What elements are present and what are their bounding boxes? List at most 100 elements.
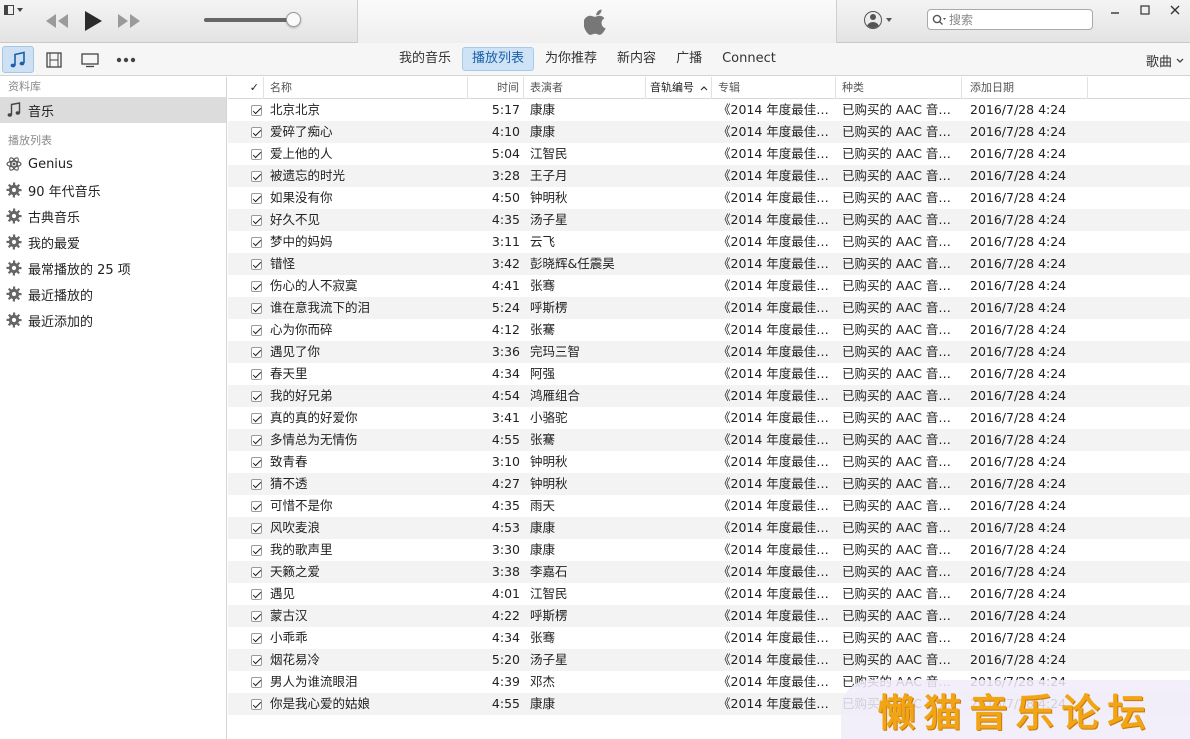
column-header-check[interactable]: ✓ [228,77,264,99]
sidebar-item-playlist-0[interactable]: Genius [0,151,226,177]
row-checkbox[interactable] [251,500,262,512]
row-checkbox[interactable] [251,434,262,446]
row-checkbox[interactable] [251,544,262,556]
row-checkbox[interactable] [251,390,262,402]
table-row[interactable]: 谁在意我流下的泪 5:24 呼斯楞 《2014 年度最佳发... 已购买的 AAC 音频… [228,297,1190,319]
row-checkbox[interactable] [251,258,262,270]
row-checkbox[interactable] [251,368,262,380]
row-checkbox[interactable] [251,170,262,182]
table-row[interactable]: 春天里 4:34 阿强 《2014 年度最佳发... 已购买的 AAC 音频... 201… [228,363,1190,385]
table-row[interactable]: 北京北京 5:17 康康 《2014 年度最佳发... 已购买的 AAC 音频... 20… [228,99,1190,121]
tab-4[interactable]: 广播 [667,47,711,71]
row-checkbox[interactable] [251,588,262,600]
cell-track [646,187,712,209]
sidebar-item-library-0[interactable]: 音乐 [0,97,226,123]
cell-name: 你是我心爱的姑娘 [270,696,371,711]
table-row[interactable]: 致青春 3:10 钟明秋 《2014 年度最佳发... 已购买的 AAC 音频... 20… [228,451,1190,473]
table-row[interactable]: 我的好兄弟 4:54 鸿雁组合 《2014 年度最佳发... 已购买的 AAC 音频..… [228,385,1190,407]
cell-time: 3:10 [491,454,520,469]
tab-0[interactable]: 我的音乐 [390,47,460,71]
now-playing-display[interactable] [357,0,837,43]
row-checkbox[interactable] [251,676,262,688]
column-header-name[interactable]: 名称 [264,77,468,99]
table-row[interactable]: 爱碎了痴心 4:10 康康 《2014 年度最佳发... 已购买的 AAC 音频... 2… [228,121,1190,143]
table-row[interactable]: 错怪 3:42 彭晓辉&任震昊 《2014 年度最佳发... 已购买的 AAC 音频..… [228,253,1190,275]
cell-artist: 张騫 [530,432,556,447]
table-row[interactable]: 遇见了你 3:36 完玛三智 《2014 年度最佳发... 已购买的 AAC 音频...… [228,341,1190,363]
column-header-album[interactable]: 专辑 [712,77,836,99]
account-button[interactable] [864,11,892,29]
table-row[interactable]: 风吹麦浪 4:53 康康 《2014 年度最佳发... 已购买的 AAC 音频... 20… [228,517,1190,539]
table-row[interactable]: 被遗忘的时光 3:28 王子月 《2014 年度最佳发... 已购买的 AAC 音频..… [228,165,1190,187]
row-checkbox[interactable] [251,456,262,468]
row-checkbox[interactable] [251,236,262,248]
sidebar-item-playlist-5[interactable]: 最近播放的 [0,281,226,307]
fast-forward-icon[interactable] [116,12,142,30]
table-row[interactable]: 可惜不是你 4:35 雨天 《2014 年度最佳发... 已购买的 AAC 音频... 2… [228,495,1190,517]
table-row[interactable]: 心为你而碎 4:12 张騫 《2014 年度最佳发... 已购买的 AAC 音频... 2… [228,319,1190,341]
row-checkbox[interactable] [251,698,262,710]
row-checkbox[interactable] [251,654,262,666]
table-row[interactable]: 真的真的好爱你 3:41 小骆驼 《2014 年度最佳发... 已购买的 AAC 音频.… [228,407,1190,429]
table-row[interactable]: 伤心的人不寂寞 4:41 张骞 《2014 年度最佳发... 已购买的 AAC 音频..… [228,275,1190,297]
search-input[interactable] [949,12,1079,27]
search-field[interactable] [927,9,1093,30]
close-icon[interactable] [1160,0,1190,20]
window-menu-button[interactable] [4,3,26,17]
music-media-button[interactable] [2,46,34,73]
view-options-dropdown[interactable]: 歌曲 [1146,51,1184,70]
row-checkbox[interactable] [251,302,262,314]
row-checkbox[interactable] [251,280,262,292]
row-checkbox[interactable] [251,126,262,138]
tab-2[interactable]: 为你推荐 [536,47,606,71]
movies-media-button[interactable] [38,46,70,73]
sidebar-item-playlist-3[interactable]: 我的最爱 [0,229,226,255]
row-checkbox[interactable] [251,632,262,644]
table-row[interactable]: 爱上他的人 5:04 江智民 《2014 年度最佳发... 已购买的 AAC 音频...… [228,143,1190,165]
minimize-icon[interactable] [1100,0,1130,20]
table-row[interactable]: 梦中的妈妈 3:11 云飞 《2014 年度最佳发... 已购买的 AAC 音频... 2… [228,231,1190,253]
column-header-date[interactable]: 添加日期 [962,77,1088,99]
tv-media-button[interactable] [74,46,106,73]
column-header-track-label: 音轨编号 [650,81,694,94]
tab-1[interactable]: 播放列表 [462,47,535,71]
table-row[interactable]: 天籁之爱 3:38 李嘉石 《2014 年度最佳发... 已购买的 AAC 音频... 2… [228,561,1190,583]
table-row[interactable]: 小乖乖 4:34 张骞 《2014 年度最佳发... 已购买的 AAC 音频... 201… [228,627,1190,649]
column-header-track[interactable]: 音轨编号 [646,77,712,99]
table-row[interactable]: 猜不透 4:27 钟明秋 《2014 年度最佳发... 已购买的 AAC 音频... 20… [228,473,1190,495]
column-header-artist[interactable]: 表演者 [524,77,646,99]
row-checkbox[interactable] [251,104,262,116]
row-checkbox[interactable] [251,346,262,358]
volume-knob[interactable] [286,12,302,27]
row-checkbox[interactable] [251,192,262,204]
row-checkbox[interactable] [251,610,262,622]
row-checkbox[interactable] [251,148,262,160]
table-row[interactable]: 好久不见 4:35 汤子星 《2014 年度最佳发... 已购买的 AAC 音频... 2… [228,209,1190,231]
rewind-icon[interactable] [44,12,70,30]
row-checkbox[interactable] [251,522,262,534]
more-media-button[interactable] [110,46,142,73]
cell-date: 2016/7/28 4:24 [970,300,1067,315]
sidebar-item-playlist-1[interactable]: 90 年代音乐 [0,177,226,203]
row-checkbox[interactable] [251,566,262,578]
volume-slider[interactable] [204,12,302,27]
play-icon[interactable] [82,10,104,32]
row-checkbox[interactable] [251,214,262,226]
row-checkbox[interactable] [251,324,262,336]
table-row[interactable]: 蒙古汉 4:22 呼斯楞 《2014 年度最佳发... 已购买的 AAC 音频... 20… [228,605,1190,627]
tab-3[interactable]: 新内容 [608,47,665,71]
sidebar-item-playlist-4[interactable]: 最常播放的 25 项 [0,255,226,281]
table-row[interactable]: 我的歌声里 3:30 康康 《2014 年度最佳发... 已购买的 AAC 音频... 2… [228,539,1190,561]
column-header-time[interactable]: 时间 [468,77,524,99]
row-checkbox[interactable] [251,478,262,490]
table-row[interactable]: 遇见 4:01 江智民 《2014 年度最佳发... 已购买的 AAC 音频... 201… [228,583,1190,605]
table-row[interactable]: 如果没有你 4:50 钟明秋 《2014 年度最佳发... 已购买的 AAC 音频...… [228,187,1190,209]
sidebar-item-playlist-2[interactable]: 古典音乐 [0,203,226,229]
maximize-icon[interactable] [1130,0,1160,20]
row-checkbox[interactable] [251,412,262,424]
column-header-genre[interactable]: 种类 [836,77,962,99]
table-row[interactable]: 多情总为无情伤 4:55 张騫 《2014 年度最佳发... 已购买的 AAC 音频..… [228,429,1190,451]
sidebar-item-playlist-6[interactable]: 最近添加的 [0,307,226,333]
tab-5[interactable]: Connect [713,47,785,71]
table-row[interactable]: 烟花易冷 5:20 汤子星 《2014 年度最佳发... 已购买的 AAC 音频... 2… [228,649,1190,671]
